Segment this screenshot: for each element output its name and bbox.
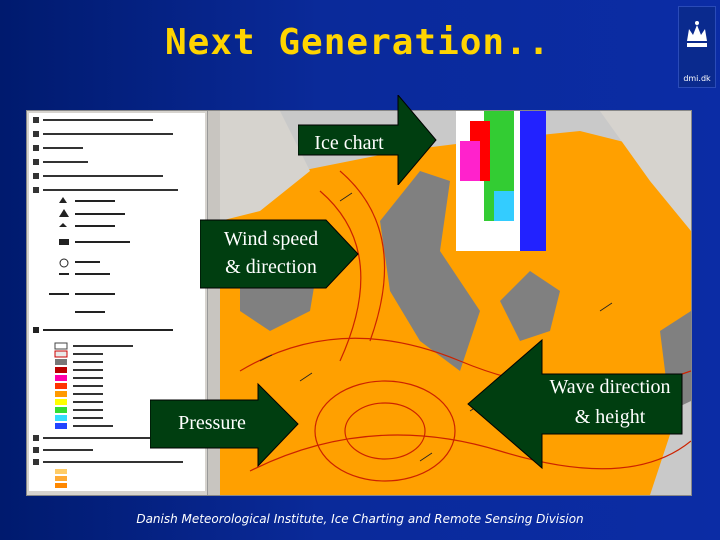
wave-label-line2: & height [574, 406, 646, 428]
wave-callout [467, 338, 683, 470]
logo-text: dmi.dk [683, 74, 711, 83]
wind-label-line1: Wind speed [223, 228, 319, 250]
wind-label-line2: & direction [225, 256, 317, 278]
ice-chart-label: Ice chart [314, 132, 384, 154]
dmi-logo: dmi.dk [678, 6, 716, 88]
slide-title: Next Generation.. [165, 22, 551, 63]
footer-text: Danish Meteorological Institute, Ice Cha… [136, 512, 584, 526]
crown-icon [687, 21, 707, 47]
pressure-label: Pressure [178, 412, 246, 434]
wave-label-line1: Wave direction [549, 376, 671, 398]
